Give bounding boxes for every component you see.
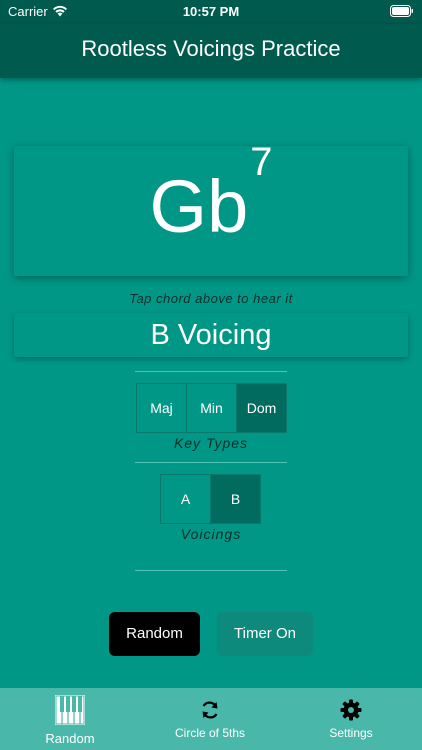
tab-random-label: Random xyxy=(45,731,95,746)
voicings-label: Voicings xyxy=(180,526,242,542)
tab-circle-label: Circle of 5ths xyxy=(174,726,246,740)
gear-icon xyxy=(340,699,362,721)
piano-icon xyxy=(55,695,85,725)
tab-settings[interactable]: Settings xyxy=(315,688,387,750)
key-type-maj[interactable]: Maj xyxy=(137,384,187,432)
voicing-b[interactable]: B xyxy=(211,475,260,523)
navigation-bar: Rootless Voicings Practice xyxy=(0,24,422,78)
voicings-segmented-control: A B xyxy=(160,474,261,524)
voicing-a[interactable]: A xyxy=(161,475,211,523)
divider xyxy=(135,462,287,463)
chord-card[interactable]: Gb7 xyxy=(14,140,408,276)
divider xyxy=(135,570,287,571)
status-bar: Carrier 10:57 PM xyxy=(0,0,422,24)
page-title: Rootless Voicings Practice xyxy=(81,36,341,61)
key-types-label: Key Types xyxy=(173,435,249,451)
key-types-segmented-control: Maj Min Dom xyxy=(136,383,287,433)
chord-hint: Tap chord above to hear it xyxy=(129,291,293,306)
random-button[interactable]: Random xyxy=(109,612,200,656)
voicing-display: B Voicing xyxy=(14,313,408,357)
chord-extension: 7 xyxy=(250,140,273,184)
voicing-display-label: B Voicing xyxy=(150,319,272,351)
timer-button[interactable]: Timer On xyxy=(217,612,313,656)
clock: 10:57 PM xyxy=(182,4,240,19)
key-type-min[interactable]: Min xyxy=(187,384,237,432)
tab-circle-of-5ths[interactable]: Circle of 5ths xyxy=(160,688,260,750)
tab-random[interactable]: Random xyxy=(25,688,115,750)
refresh-icon xyxy=(202,701,218,719)
key-type-dom[interactable]: Dom xyxy=(237,384,286,432)
battery-icon xyxy=(390,5,413,17)
divider xyxy=(135,371,287,372)
tab-bar: Random Circle of 5ths Settings xyxy=(0,688,422,750)
tab-settings-label: Settings xyxy=(329,726,373,740)
chord-root: Gb xyxy=(149,165,249,248)
